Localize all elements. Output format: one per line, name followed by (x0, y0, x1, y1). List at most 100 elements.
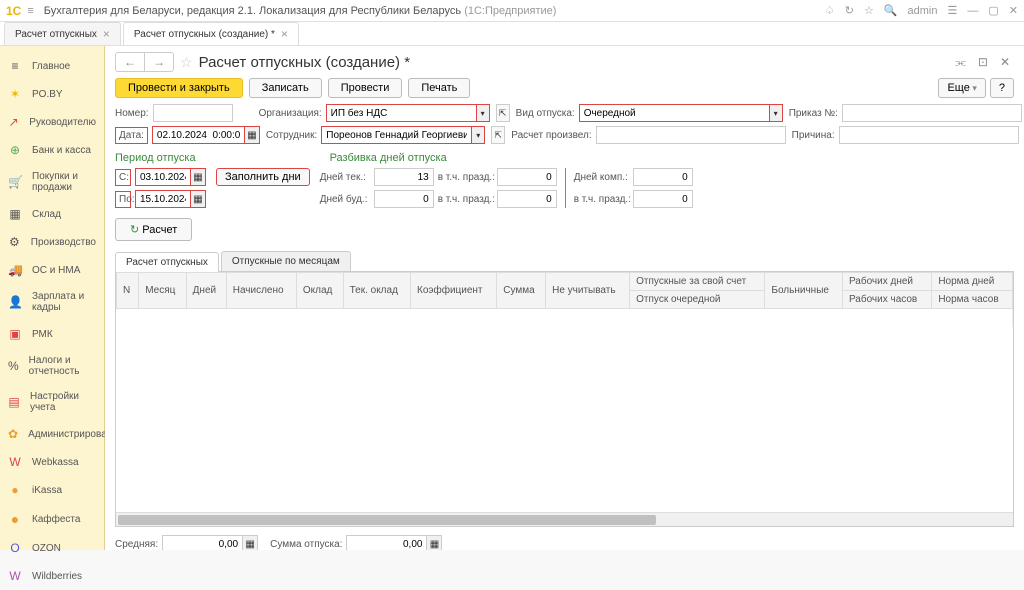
col-month[interactable]: Месяц (139, 273, 186, 309)
employee-dropdown-icon[interactable]: ▾ (471, 126, 485, 144)
incl-holidays-field2[interactable] (497, 190, 557, 208)
col-workdays[interactable]: Рабочих дней (842, 273, 931, 291)
employee-field[interactable] (321, 126, 471, 144)
favorite-star-icon[interactable]: ☆ (180, 54, 193, 71)
user-label[interactable]: admin (908, 5, 938, 17)
col-normhours[interactable]: Норма часов (932, 291, 1013, 309)
avg-field[interactable] (162, 535, 242, 550)
col-workhours[interactable]: Рабочих часов (842, 291, 931, 309)
page-title: Расчет отпускных (создание) * (199, 54, 411, 71)
days-work-field[interactable] (374, 190, 434, 208)
col-exclude[interactable]: Не учитывать (546, 273, 630, 309)
days-current-field[interactable] (374, 168, 434, 186)
incl-holidays-field1[interactable] (497, 168, 557, 186)
inner-tab-calc[interactable]: Расчет отпускных (115, 252, 219, 272)
more-button[interactable]: Еще (938, 78, 985, 98)
close-icon[interactable]: × (103, 27, 110, 41)
calculated-field[interactable] (596, 126, 786, 144)
calculated-label: Расчет произвел: (511, 130, 591, 141)
col-regularvac[interactable]: Отпуск очередной (630, 291, 765, 309)
days-comp-field[interactable] (633, 168, 693, 186)
close-icon[interactable]: × (281, 27, 288, 41)
tab-vacation-calc[interactable]: Расчет отпускных × (4, 22, 121, 45)
webkassa-icon: W (8, 455, 22, 469)
vacsum-field[interactable] (346, 535, 426, 550)
org-link-icon[interactable]: ⇱ (496, 104, 510, 122)
sidebar-item-warehouse[interactable]: ▦Склад (0, 200, 104, 228)
ikassa-icon: ● (8, 483, 22, 497)
org-dropdown-icon[interactable]: ▾ (476, 104, 490, 122)
sidebar-item-wildberries[interactable]: WWildberries (0, 562, 104, 590)
to-date-field[interactable] (135, 190, 190, 208)
search-icon[interactable]: 🔍 (884, 4, 898, 17)
col-normdays[interactable]: Норма дней (932, 273, 1013, 291)
calculate-button[interactable]: Расчет (115, 218, 192, 241)
incl-holidays-field3[interactable] (633, 190, 693, 208)
sidebar-item-salary[interactable]: 👤Зарплата и кадры (0, 284, 104, 320)
col-sick[interactable]: Больничные (765, 273, 843, 309)
number-field[interactable] (153, 104, 233, 122)
vactype-field[interactable] (579, 104, 769, 122)
col-coef[interactable]: Коэффициент (411, 273, 497, 309)
sidebar-item-main[interactable]: ≡Главное (0, 52, 104, 80)
col-days[interactable]: Дней (186, 273, 226, 309)
org-field[interactable] (326, 104, 476, 122)
favorites-icon[interactable]: ☆ (864, 4, 874, 17)
save-button[interactable]: Записать (249, 78, 322, 98)
vactype-dropdown-icon[interactable]: ▾ (769, 104, 783, 122)
sidebar-item-ozon[interactable]: OOZON (0, 534, 104, 562)
col-sum[interactable]: Сумма (497, 273, 546, 309)
help-button[interactable]: ? (990, 78, 1014, 98)
tab-vacation-calc-create[interactable]: Расчет отпускных (создание) * × (123, 22, 299, 45)
sidebar-item-production[interactable]: ⚙Производство (0, 228, 104, 256)
sidebar-item-ikassa[interactable]: ●iKassa (0, 476, 104, 504)
vactype-label: Вид отпуска: (516, 108, 575, 119)
sidebar-item-webkassa[interactable]: WWebkassa (0, 448, 104, 476)
table-row[interactable] (117, 309, 1013, 327)
back-button[interactable]: ← (116, 53, 144, 71)
post-button[interactable]: Провести (328, 78, 403, 98)
close-page-icon[interactable]: ✕ (996, 53, 1014, 71)
post-and-close-button[interactable]: Провести и закрыть (115, 78, 243, 98)
minimize-icon[interactable]: — (967, 5, 978, 17)
sidebar-item-poby[interactable]: ✶PO.BY (0, 80, 104, 108)
col-ownexpense[interactable]: Отпускные за свой счет (630, 273, 765, 291)
sidebar-item-manager[interactable]: ↗Руководителю (0, 108, 104, 136)
sidebar-item-settings[interactable]: ▤Настройки учета (0, 384, 104, 420)
sidebar-item-taxes[interactable]: %Налоги и отчетность (0, 348, 104, 384)
forward-button[interactable]: → (144, 53, 173, 71)
col-accrued[interactable]: Начислено (226, 273, 296, 309)
sidebar-item-sales[interactable]: 🛒Покупки и продажи (0, 164, 104, 200)
horizontal-scrollbar[interactable] (116, 512, 1013, 526)
reason-field[interactable] (839, 126, 1019, 144)
notifications-icon[interactable]: ♤ (825, 4, 835, 17)
window-icon[interactable]: ⊡ (974, 53, 992, 71)
employee-link-icon[interactable]: ⇱ (491, 126, 505, 144)
menu-icon[interactable]: ≡ (27, 5, 33, 17)
fill-days-button[interactable]: Заполнить дни (216, 168, 310, 186)
avg-calc-icon[interactable]: ▦ (242, 535, 258, 550)
sidebar-item-rmk[interactable]: ▣РМК (0, 320, 104, 348)
sidebar-item-kaffesta[interactable]: ●Каффеста (0, 504, 104, 534)
to-calendar-icon[interactable]: ▦ (190, 190, 206, 208)
col-n[interactable]: N (117, 273, 139, 309)
close-window-icon[interactable]: ✕ (1009, 4, 1018, 17)
orderno-field[interactable] (842, 104, 1022, 122)
maximize-icon[interactable]: ▢ (988, 4, 998, 17)
link-icon[interactable]: ⫘ (951, 53, 970, 72)
print-button[interactable]: Печать (408, 78, 470, 98)
sidebar-item-admin[interactable]: ✿Администрирование (0, 420, 104, 448)
col-salary[interactable]: Оклад (296, 273, 343, 309)
from-date-field[interactable] (135, 168, 190, 186)
to-label: По: (115, 191, 131, 208)
history-icon[interactable]: ↻ (845, 4, 854, 17)
col-cursalary[interactable]: Тек. оклад (343, 273, 410, 309)
from-calendar-icon[interactable]: ▦ (190, 168, 206, 186)
sidebar-item-bank[interactable]: ⊕Банк и касса (0, 136, 104, 164)
settings-icon[interactable]: ☰ (948, 4, 958, 17)
date-calendar-icon[interactable]: ▦ (244, 126, 260, 144)
sidebar-item-assets[interactable]: 🚚ОС и НМА (0, 256, 104, 284)
date-field[interactable] (152, 126, 244, 144)
inner-tab-monthly[interactable]: Отпускные по месяцам (221, 251, 351, 271)
vacsum-calc-icon[interactable]: ▦ (426, 535, 442, 550)
